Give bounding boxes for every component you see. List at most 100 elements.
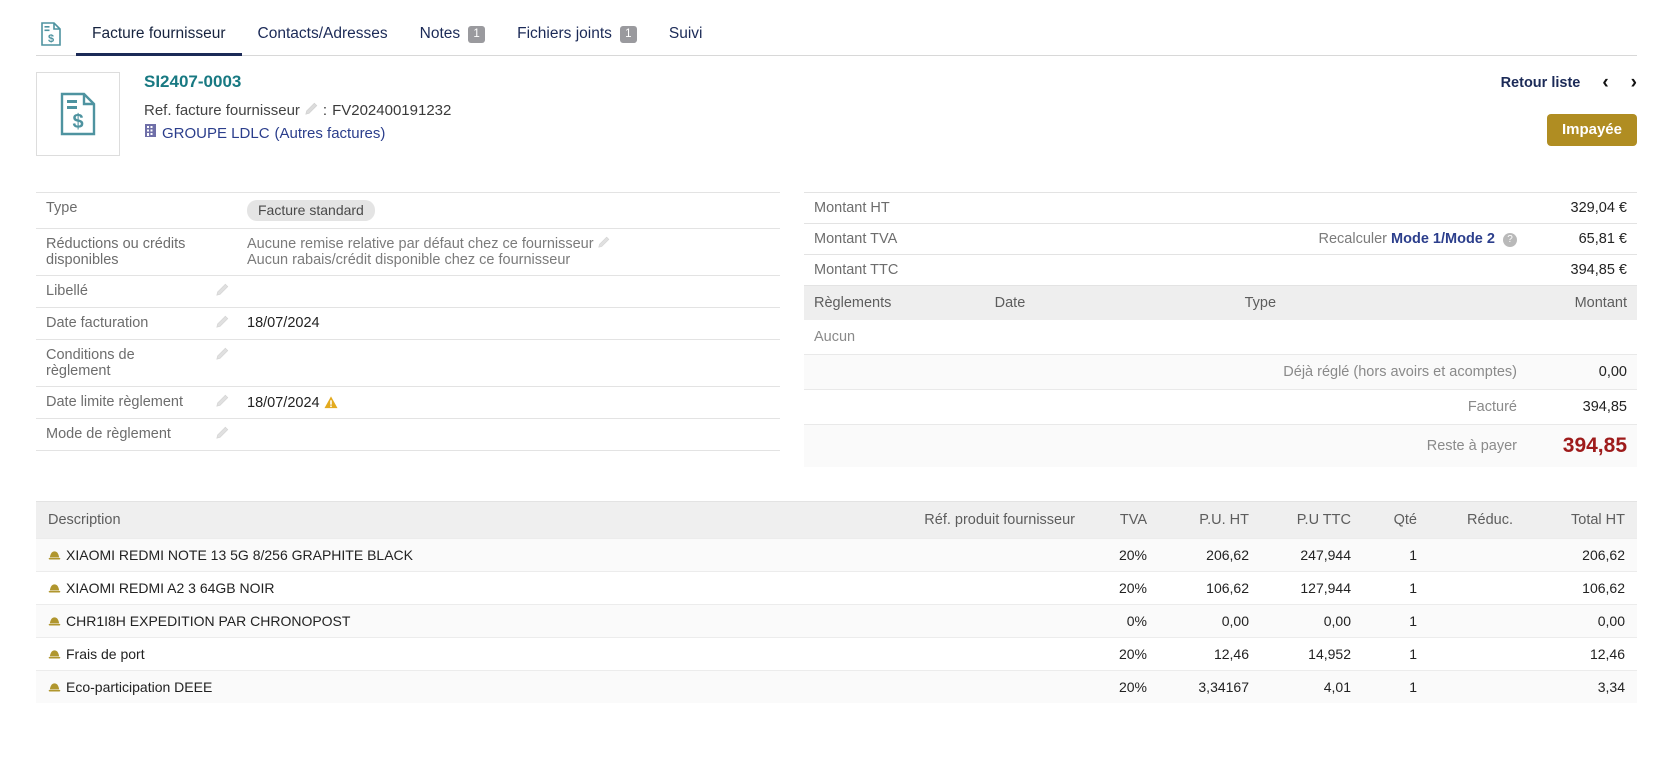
- cell-tva-value: 20%: [1119, 679, 1147, 695]
- recalculate-mode1-link[interactable]: Mode 1: [1391, 231, 1441, 247]
- invoice-info-table: Type Facture standard Réductions ou créd…: [36, 192, 780, 451]
- mode-reglement-value: [237, 419, 780, 451]
- tab-facture-fournisseur[interactable]: Facture fournisseur: [76, 25, 242, 56]
- cell-reduc: [1429, 671, 1525, 704]
- supplier-other-invoices-link[interactable]: (Autres factures): [275, 122, 386, 145]
- facture-spacer: [804, 390, 995, 425]
- supplier-ref-row: Ref. facture fournisseur : FV20240019123…: [144, 99, 451, 122]
- reductions-label-line2: disponibles: [46, 252, 119, 268]
- edit-pencil-icon[interactable]: [216, 284, 229, 300]
- montant-ht-spacer: [995, 193, 1527, 224]
- table-row[interactable]: XIAOMI REDMI NOTE 13 5G 8/256 GRAPHITE B…: [36, 539, 1637, 572]
- recalculate-mode2-link[interactable]: Mode 2: [1445, 231, 1495, 247]
- edit-pencil-icon[interactable]: [216, 427, 229, 443]
- table-row[interactable]: XIAOMI REDMI A2 3 64GB NOIR20%106,62127,…: [36, 572, 1637, 605]
- cell-qte-value: 1: [1409, 646, 1417, 662]
- supplier-ref-label: Ref. facture fournisseur: [144, 99, 300, 122]
- edit-pencil-icon[interactable]: [216, 316, 229, 332]
- payments-empty-row: Aucun: [804, 320, 1637, 355]
- invoice-header-actions: Retour liste ‹ › Impayée: [1501, 72, 1637, 146]
- mode-reglement-pencil-cell: [206, 419, 237, 451]
- date-facturation-value: 18/07/2024: [237, 308, 780, 340]
- cell-pu-ttc-value: 4,01: [1324, 679, 1351, 695]
- cell-tva: 0%: [1087, 605, 1159, 638]
- cell-total-ht-value: 206,62: [1582, 547, 1625, 563]
- cell-qte: 1: [1363, 539, 1429, 572]
- facture-value: 394,85: [1527, 390, 1637, 425]
- facture-label: Facturé: [995, 390, 1527, 425]
- invoice-thumbnail: $: [36, 72, 120, 156]
- cell-qte-value: 1: [1409, 580, 1417, 596]
- montant-tva-label: Montant TVA: [804, 224, 995, 255]
- invoice-lines-table: Description Réf. produit fournisseur TVA…: [36, 501, 1637, 703]
- cell-tva-value: 0%: [1127, 613, 1147, 629]
- cell-total-ht-value: 0,00: [1598, 613, 1625, 629]
- invoice-lines-header: Description Réf. produit fournisseur TVA…: [36, 502, 1637, 539]
- table-row[interactable]: CHR1I8H EXPEDITION PAR CHRONOPOST 0% 0,00 0…: [36, 605, 1637, 638]
- tab-fichiers-joints[interactable]: Fichiers joints 1: [501, 25, 653, 55]
- invoice-info-panel: Type Facture standard Réductions ou créd…: [36, 192, 780, 467]
- edit-pencil-icon[interactable]: [598, 236, 610, 252]
- tab-notes[interactable]: Notes 1: [404, 25, 502, 55]
- cell-description: XIAOMI REDMI NOTE 13 5G 8/256 GRAPHITE B…: [36, 539, 857, 572]
- montant-tva-value: 65,81 €: [1527, 224, 1637, 255]
- libelle-pencil-cell: [206, 276, 237, 308]
- cell-pu-ht-value: 206,62: [1206, 547, 1249, 563]
- tab-label: Notes: [420, 25, 461, 43]
- invoice-lines-section: Description Réf. produit fournisseur TVA…: [36, 501, 1637, 703]
- cell-total-ht: 206,62: [1525, 539, 1637, 572]
- edit-pencil-icon[interactable]: [305, 99, 318, 122]
- payments-header-type: Type: [1245, 295, 1276, 311]
- column-reduc: Réduc.: [1429, 502, 1525, 539]
- deja-regle-value: 0,00: [1527, 355, 1637, 390]
- cell-description: Eco-participation DEEE: [36, 671, 857, 704]
- libelle-value: [237, 276, 780, 308]
- type-value-cell: Facture standard: [237, 193, 780, 229]
- tab-fichiers-badge: 1: [620, 26, 637, 43]
- cell-pu-ht: 0,00: [1159, 605, 1261, 638]
- date-limite-label: Date limite règlement: [36, 387, 206, 419]
- cell-pu-ttc-value: 14,952: [1308, 646, 1351, 662]
- payments-header-group: DateType: [995, 286, 1527, 321]
- supplier-row: GROUPE LDLC (Autres factures): [144, 122, 451, 145]
- tab-contacts-adresses[interactable]: Contacts/Adresses: [242, 25, 404, 55]
- product-line-icon: [48, 647, 61, 662]
- invoice-lines-body: XIAOMI REDMI NOTE 13 5G 8/256 GRAPHITE B…: [36, 539, 1637, 704]
- invoice-header: $ SI2407-0003 Ref. facture fournisseur :…: [36, 72, 1637, 180]
- cell-reduc: [1429, 572, 1525, 605]
- recalculate-label: Recalculer: [1319, 231, 1388, 247]
- cell-tva: 20%: [1087, 638, 1159, 671]
- date-limite-pencil-cell: [206, 387, 237, 419]
- edit-pencil-icon[interactable]: [216, 348, 229, 364]
- supplier-name-link[interactable]: GROUPE LDLC: [162, 122, 270, 145]
- row-montant-tva: Montant TVA Recalculer Mode 1/Mode 2 ? 6…: [804, 224, 1637, 255]
- date-facturation-pencil-cell: [206, 308, 237, 340]
- next-record-icon[interactable]: ›: [1631, 72, 1637, 94]
- cell-ref-produit: [857, 638, 1087, 671]
- table-row[interactable]: Eco-participation DEEE20%3,341674,0113,3…: [36, 671, 1637, 704]
- status-badge-impayee[interactable]: Impayée: [1547, 114, 1637, 146]
- cell-tva-value: 20%: [1119, 580, 1147, 596]
- column-total-ht: Total HT: [1525, 502, 1637, 539]
- cell-qte-value: 1: [1409, 547, 1417, 563]
- montant-ttc-spacer: [995, 255, 1527, 286]
- conditions-reglement-label: Conditions de règlement: [36, 340, 206, 387]
- cell-total-ht: 12,46: [1525, 638, 1637, 671]
- cell-reduc: [1429, 539, 1525, 572]
- column-ref-produit: Réf. produit fournisseur: [857, 502, 1087, 539]
- edit-pencil-icon[interactable]: [216, 395, 229, 411]
- row-libelle: Libellé: [36, 276, 780, 308]
- conditions-reglement-value: [237, 340, 780, 387]
- product-description: XIAOMI REDMI A2 3 64GB NOIR: [66, 580, 275, 596]
- previous-record-icon[interactable]: ‹: [1602, 72, 1608, 94]
- back-to-list-link[interactable]: Retour liste: [1501, 75, 1581, 91]
- cell-total-ht-value: 106,62: [1582, 580, 1625, 596]
- help-icon[interactable]: ?: [1503, 233, 1517, 247]
- libelle-label: Libellé: [36, 276, 206, 308]
- row-mode-reglement: Mode de règlement: [36, 419, 780, 451]
- invoice-reference[interactable]: SI2407-0003: [144, 72, 451, 92]
- product-description: CHR1I8H EXPEDITION PAR CHRONOPOST: [66, 613, 350, 629]
- tab-suivi[interactable]: Suivi: [653, 25, 719, 55]
- table-row[interactable]: Frais de port20%12,4614,952112,46: [36, 638, 1637, 671]
- cell-pu-ht-value: 3,34167: [1198, 679, 1249, 695]
